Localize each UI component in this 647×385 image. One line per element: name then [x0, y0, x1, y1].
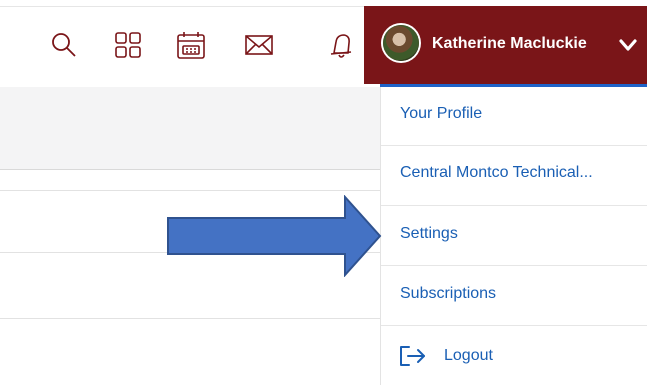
row-divider [0, 190, 380, 191]
menu-divider [381, 325, 647, 326]
menu-item-subscriptions[interactable]: Subscriptions [400, 285, 496, 303]
menu-divider [381, 145, 647, 146]
mail-icon[interactable] [243, 29, 275, 61]
user-menu-button[interactable]: Katherine Macluckie [364, 6, 647, 84]
user-name: Katherine Macluckie [432, 35, 587, 52]
bell-icon[interactable] [326, 29, 358, 61]
divider [0, 169, 380, 170]
chevron-down-icon[interactable] [617, 34, 639, 56]
menu-divider [381, 265, 647, 266]
menu-item-your-profile[interactable]: Your Profile [400, 105, 482, 123]
top-navigation-bar: Katherine Macluckie [0, 0, 647, 84]
menu-item-logout[interactable]: Logout [444, 347, 493, 365]
menu-item-organization[interactable]: Central Montco Technical... [400, 164, 593, 182]
apps-grid-icon[interactable] [112, 29, 144, 61]
top-border [0, 6, 364, 7]
annotation-arrow [165, 194, 385, 278]
row-divider [0, 318, 380, 319]
calendar-icon[interactable] [175, 29, 207, 61]
user-dropdown-menu: Your Profile Central Montco Technical...… [380, 87, 647, 385]
avatar [383, 25, 419, 61]
search-icon[interactable] [48, 29, 80, 61]
page-header-band [0, 87, 380, 169]
menu-item-settings[interactable]: Settings [400, 225, 458, 243]
logout-icon[interactable] [399, 344, 427, 368]
menu-divider [381, 205, 647, 206]
